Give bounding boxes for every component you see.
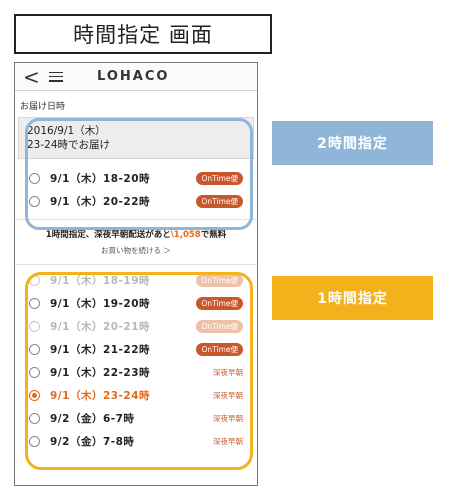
late-night-note: 深夜早朝: [213, 368, 243, 377]
promo-amount: \1,058: [170, 230, 201, 240]
time-slot-label: 9/2（金）6-7時: [50, 413, 135, 425]
promo-text: 1時間指定、深夜早朝配送があと\1,058で無料: [45, 230, 227, 240]
one-hour-annotation: 1時間指定: [272, 276, 433, 320]
time-slot-label: 9/1（木）23-24時: [50, 390, 151, 402]
free-shipping-promo: 1時間指定、深夜早朝配送があと\1,058で無料 お買い物を続ける ＞: [15, 219, 257, 265]
time-slot-label: 9/1（木）18-19時: [50, 275, 151, 287]
radio-button-checked[interactable]: [29, 390, 40, 401]
ontime-badge: OnTime便: [196, 172, 243, 185]
radio-button: [29, 275, 40, 286]
radio-button[interactable]: [29, 196, 40, 207]
radio-button[interactable]: [29, 367, 40, 378]
delivery-section-label: お届け日時: [20, 102, 66, 112]
phone-screen: < LOHACO お届け日時 2016/9/1（木） 23-24時でお届け 9/…: [14, 62, 258, 486]
ontime-badge: OnTime便: [196, 274, 243, 287]
time-slot-label: 9/1（木）21-22時: [50, 344, 151, 356]
time-slot-label: 9/1（木）22-23時: [50, 367, 151, 379]
time-slot-label: 9/1（木）19-20時: [50, 298, 151, 310]
time-slot-option: 9/1（木）20-21時 OnTime便: [15, 315, 257, 338]
nav-bar: < LOHACO: [15, 63, 257, 91]
time-slot-label: 9/1（木）18-20時: [50, 173, 151, 185]
time-slot-option[interactable]: 9/1（木）22-23時 深夜早朝: [15, 361, 257, 384]
radio-button[interactable]: [29, 344, 40, 355]
radio-button[interactable]: [29, 298, 40, 309]
ontime-badge: OnTime便: [196, 320, 243, 333]
selected-time-text: 23-24時でお届け: [27, 139, 111, 151]
late-night-note: 深夜早朝: [213, 437, 243, 446]
radio-button: [29, 321, 40, 332]
time-slot-option[interactable]: 9/1（木）20-22時 OnTime便: [15, 190, 257, 213]
late-night-note: 深夜早朝: [213, 391, 243, 400]
time-slot-option[interactable]: 9/1（木）19-20時 OnTime便: [15, 292, 257, 315]
time-slot-option-selected[interactable]: 9/1（木）23-24時 深夜早朝: [15, 384, 257, 407]
page-title: 時間指定 画面: [14, 14, 272, 54]
time-slot-option: 9/1（木）18-19時 OnTime便: [15, 269, 257, 292]
hamburger-menu-icon[interactable]: [49, 71, 63, 82]
selected-delivery-summary: 2016/9/1（木） 23-24時でお届け: [18, 117, 254, 159]
time-slot-label: 9/2（金）7-8時: [50, 436, 135, 448]
late-night-note: 深夜早朝: [213, 414, 243, 423]
time-slot-label: 9/1（木）20-21時: [50, 321, 151, 333]
time-slot-option[interactable]: 9/2（金）6-7時 深夜早朝: [15, 407, 257, 430]
selected-date: 2016/9/1（木）: [27, 125, 106, 137]
two-hour-annotation: 2時間指定: [272, 121, 433, 165]
time-slot-label: 9/1（木）20-22時: [50, 196, 151, 208]
time-slot-option[interactable]: 9/1（木）21-22時 OnTime便: [15, 338, 257, 361]
ontime-badge: OnTime便: [196, 195, 243, 208]
back-icon[interactable]: <: [23, 67, 41, 87]
lohaco-logo[interactable]: LOHACO: [97, 69, 169, 84]
ontime-badge: OnTime便: [196, 297, 243, 310]
radio-button[interactable]: [29, 173, 40, 184]
ontime-badge: OnTime便: [196, 343, 243, 356]
time-slot-option[interactable]: 9/1（木）18-20時 OnTime便: [15, 167, 257, 190]
continue-shopping-link[interactable]: お買い物を続ける ＞: [15, 245, 257, 256]
time-slot-option[interactable]: 9/2（金）7-8時 深夜早朝: [15, 430, 257, 453]
radio-button[interactable]: [29, 436, 40, 447]
radio-button[interactable]: [29, 413, 40, 424]
